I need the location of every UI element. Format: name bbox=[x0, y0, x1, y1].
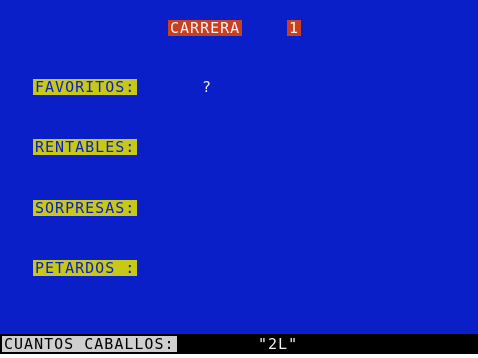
rentables-label: RENTABLES: bbox=[33, 138, 138, 156]
input-prompt-bar: CUANTOS CABALLOS: "2L" bbox=[0, 334, 478, 354]
favoritos-label: FAVORITOS: bbox=[33, 78, 138, 96]
sorpresas-label: SORPRESAS: bbox=[33, 199, 138, 217]
race-number: 1 bbox=[287, 19, 302, 37]
play-area: CARRERA 1 FAVORITOS: ? RENTABLES: SORPRE… bbox=[0, 0, 478, 334]
favoritos-value[interactable]: ? bbox=[200, 79, 214, 95]
petardos-label: PETARDOS : bbox=[33, 259, 138, 277]
race-title: CARRERA bbox=[168, 19, 243, 37]
game-screen: CARRERA 1 FAVORITOS: ? RENTABLES: SORPRE… bbox=[0, 0, 478, 358]
prompt-input[interactable]: "2L" bbox=[256, 336, 300, 352]
prompt-label: CUANTOS CABALLOS: bbox=[2, 335, 177, 353]
